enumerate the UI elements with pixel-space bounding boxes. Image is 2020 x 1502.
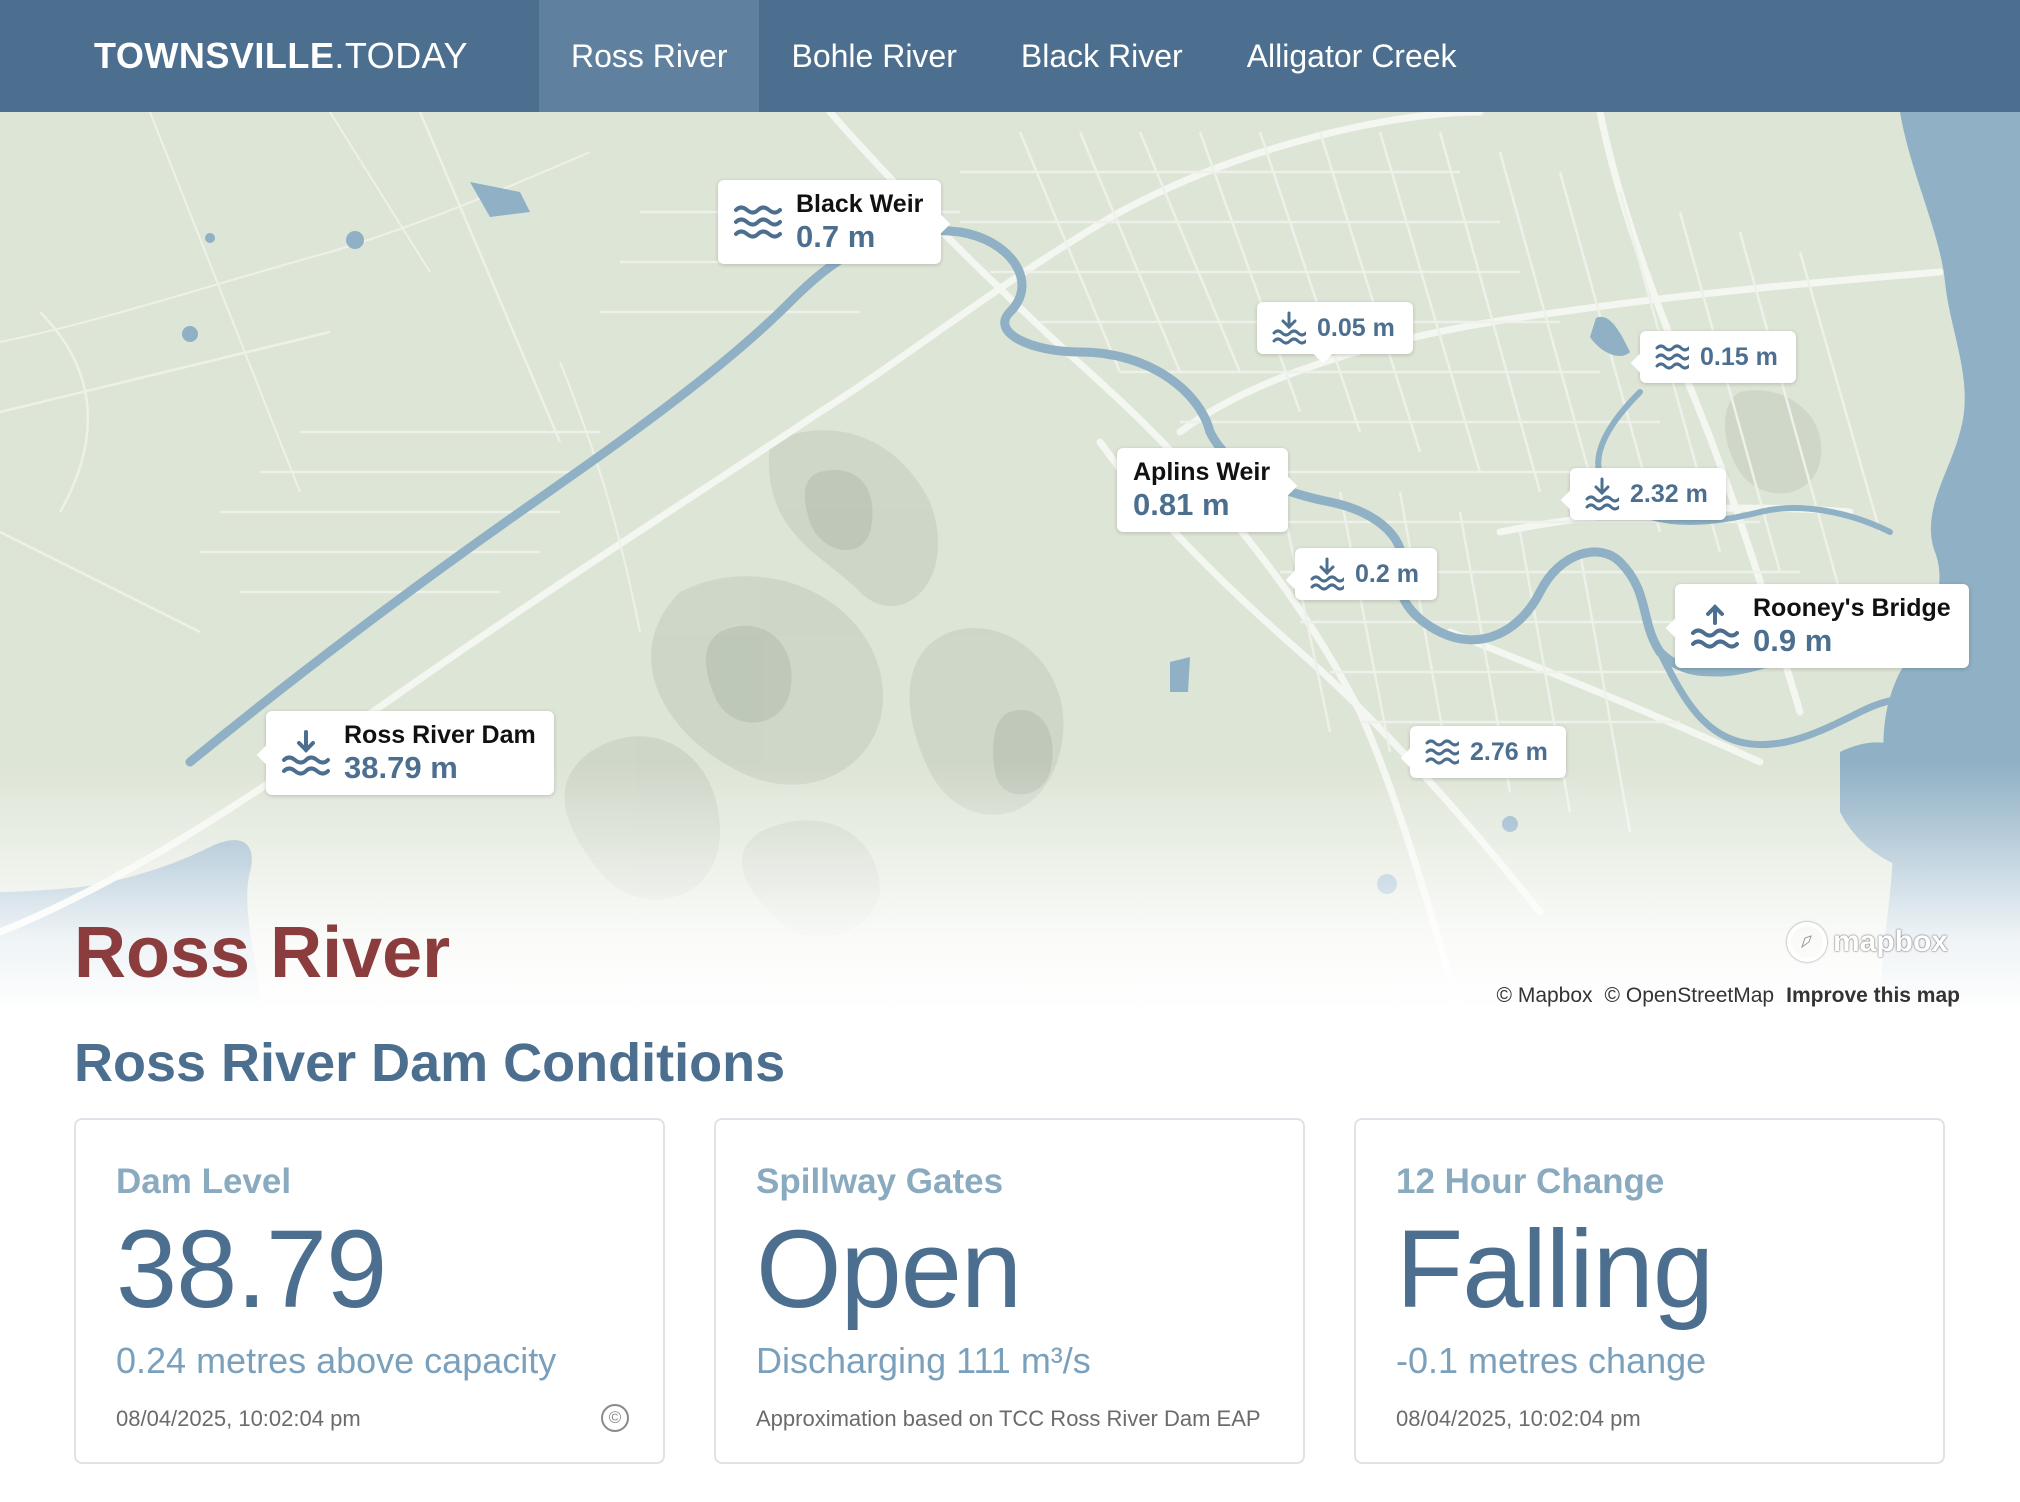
attribution-osm-link[interactable]: © OpenStreetMap — [1605, 984, 1775, 1008]
marker-value: 0.81 m — [1133, 486, 1230, 522]
card-value: 38.79 — [116, 1208, 387, 1331]
nav-item-bohle-river[interactable]: Bohle River — [759, 0, 988, 112]
section-title: Ross River Dam Conditions — [74, 1033, 786, 1093]
marker-value: 0.15 m — [1700, 342, 1778, 371]
card-subtext: 0.24 metres above capacity — [116, 1340, 557, 1382]
top-nav-bar: TOWNSVILLE .TODAY Ross River Bohle River … — [0, 0, 2020, 112]
rural-tracks — [0, 112, 641, 633]
water-level-down-icon — [1584, 476, 1620, 512]
improve-map-link[interactable]: Improve this map — [1786, 984, 1960, 1008]
marker-value: 0.9 m — [1753, 622, 1833, 658]
waves-icon — [1424, 734, 1460, 770]
card-label: 12 Hour Change — [1396, 1162, 1665, 1201]
waves-icon — [734, 200, 782, 244]
copyright-icon[interactable]: © — [601, 1404, 629, 1432]
card-dam-level: Dam Level 38.79 0.24 metres above capaci… — [74, 1118, 665, 1464]
attribution-mapbox-link[interactable]: © Mapbox — [1497, 984, 1593, 1008]
mapbox-mark-icon — [1786, 922, 1827, 962]
marker-value: 2.76 m — [1470, 737, 1548, 766]
page-title: Ross River — [74, 913, 451, 993]
marker-value: 0.7 m — [796, 218, 876, 254]
card-spillway-gates: Spillway Gates Open Discharging 111 m³/s… — [714, 1118, 1305, 1464]
card-footnote: Approximation based on TCC Ross River Da… — [756, 1406, 1261, 1431]
brand-light: .TODAY — [334, 35, 469, 76]
marker-value: 0.05 m — [1317, 313, 1395, 342]
map-attribution: © Mapbox © OpenStreetMap Improve this ma… — [1497, 984, 1960, 1008]
card-label: Dam Level — [116, 1162, 292, 1201]
mapbox-wordmark: mapbox — [1832, 925, 1948, 958]
water-level-down-icon — [1271, 310, 1307, 346]
marker-name: Ross River Dam — [344, 721, 536, 749]
site-logo[interactable]: TOWNSVILLE .TODAY — [0, 0, 539, 112]
water-level-down-icon — [282, 730, 330, 776]
marker-name: Rooney's Bridge — [1753, 594, 1951, 622]
marker-black-weir[interactable]: Black Weir 0.7 m — [718, 180, 951, 265]
marker-rooneys-bridge[interactable]: Rooney's Bridge 0.9 m — [1665, 584, 1969, 669]
marker-name: Aplins Weir — [1133, 458, 1271, 486]
nav-item-alligator-creek[interactable]: Alligator Creek — [1215, 0, 1489, 112]
marker-gauge-0-2[interactable]: 0.2 m — [1285, 548, 1437, 600]
nav-item-black-river[interactable]: Black River — [989, 0, 1215, 112]
river-map[interactable]: Black Weir 0.7 m 0.05 m 0.15 m Aplins We… — [0, 112, 2020, 1012]
marker-gauge-0-15[interactable]: 0.15 m — [1630, 331, 1796, 383]
nav-item-ross-river[interactable]: Ross River — [539, 0, 760, 112]
card-subtext: Discharging 111 m³/s — [756, 1340, 1091, 1382]
card-subtext: -0.1 metres change — [1396, 1340, 1707, 1382]
marker-gauge-2-76[interactable]: 2.76 m — [1400, 726, 1566, 778]
marker-gauge-2-32[interactable]: 2.32 m — [1560, 468, 1726, 520]
waves-icon — [1654, 339, 1690, 375]
brand-bold: TOWNSVILLE — [94, 35, 335, 76]
marker-aplins-weir[interactable]: Aplins Weir 0.81 m — [1117, 448, 1298, 533]
marker-value: 38.79 m — [344, 749, 458, 785]
water-level-up-icon — [1691, 604, 1739, 649]
marker-gauge-0-05[interactable]: 0.05 m — [1257, 302, 1413, 364]
marker-value: 0.2 m — [1355, 559, 1419, 588]
card-timestamp: 08/04/2025, 10:02:04 pm — [1396, 1406, 1641, 1431]
marker-name: Black Weir — [796, 190, 924, 218]
card-12-hour-change: 12 Hour Change Falling -0.1 metres chang… — [1354, 1118, 1945, 1464]
card-timestamp: 08/04/2025, 10:02:04 pm — [116, 1406, 361, 1431]
card-label: Spillway Gates — [756, 1162, 1004, 1201]
water-level-down-icon — [1309, 556, 1345, 592]
card-value: Open — [756, 1208, 1022, 1331]
marker-value: 2.32 m — [1630, 479, 1708, 508]
card-value: Falling — [1396, 1208, 1714, 1331]
marker-ross-river-dam[interactable]: Ross River Dam 38.79 m — [256, 711, 554, 796]
mapbox-logo[interactable]: mapbox — [1786, 922, 1948, 962]
